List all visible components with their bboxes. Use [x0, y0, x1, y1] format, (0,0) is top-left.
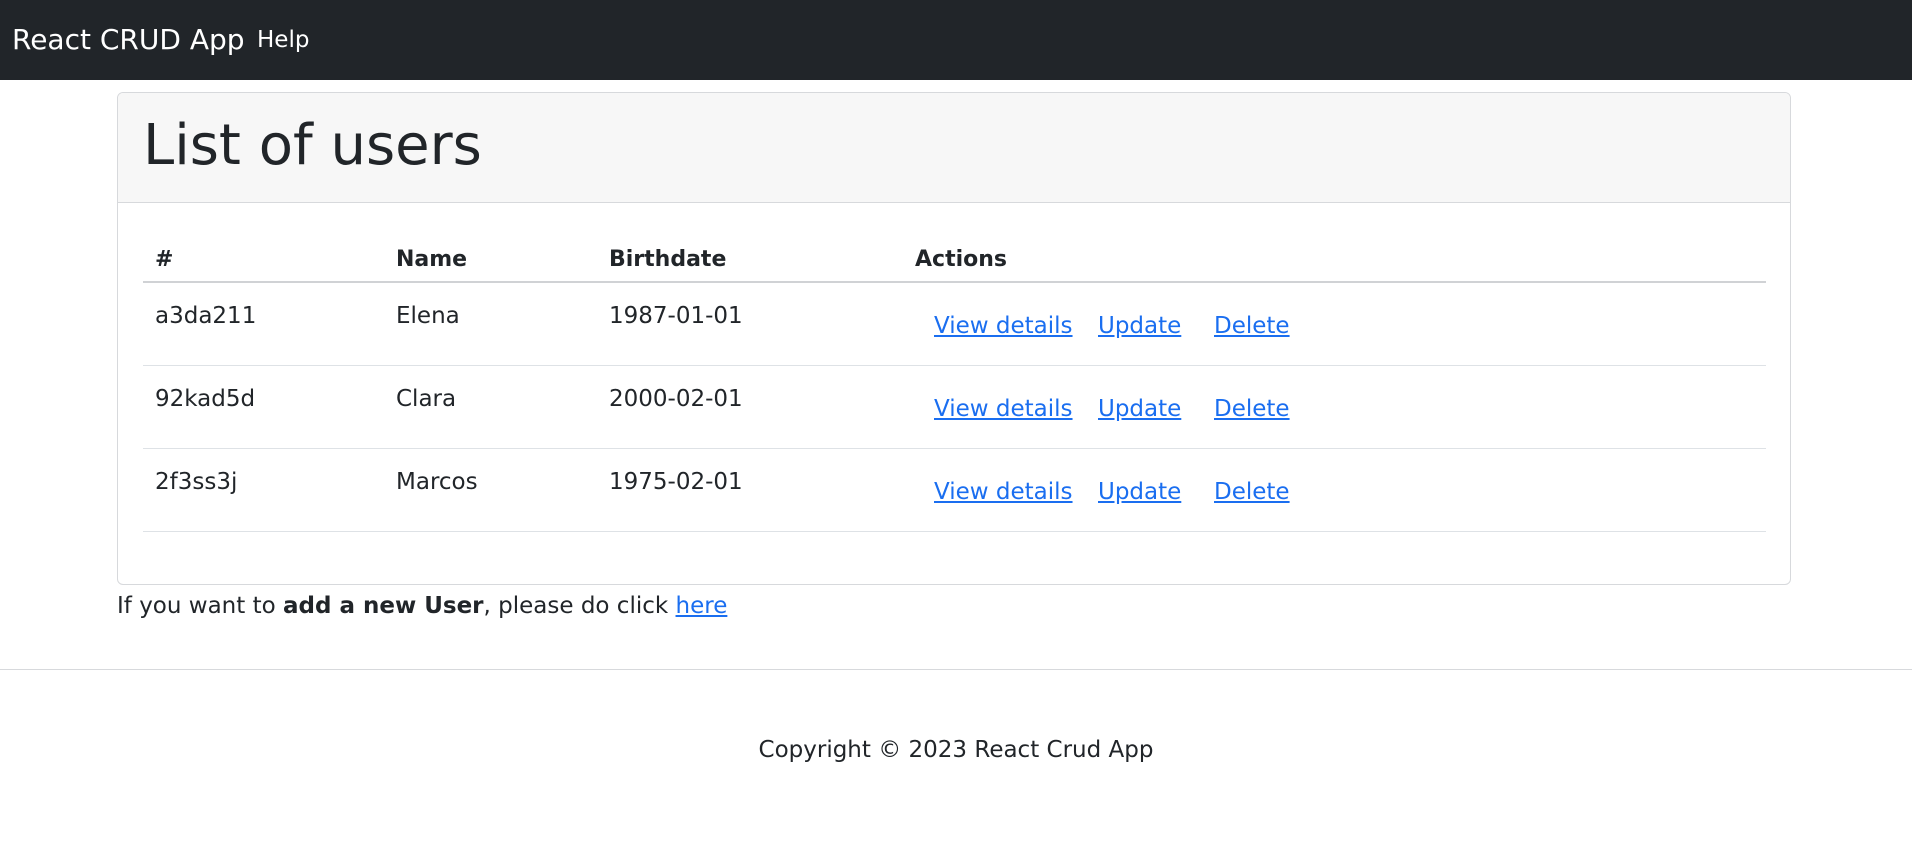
user-name-cell: Clara	[396, 386, 457, 412]
nav-link-help[interactable]: Help	[257, 24, 309, 56]
navbar: React CRUD App Help	[0, 0, 1912, 80]
view-details-link[interactable]: View details	[934, 477, 1073, 507]
table-row: 92kad5d Clara 2000-02-01 View details Up…	[143, 366, 1766, 449]
delete-link[interactable]: Delete	[1214, 311, 1290, 341]
user-birthdate-cell: 1987-01-01	[609, 303, 743, 329]
column-header-actions: Actions	[915, 247, 1007, 272]
user-id-cell: 92kad5d	[155, 386, 256, 412]
add-user-link[interactable]: here	[676, 593, 728, 619]
table-header: # Name Birthdate Actions	[143, 226, 1766, 283]
add-user-middle: , please do click	[483, 593, 676, 619]
column-header-id: #	[155, 247, 174, 272]
footer-copyright: Copyright © 2023 React Crud App	[758, 737, 1154, 763]
users-table: # Name Birthdate Actions a3da211 Elena 1…	[143, 226, 1766, 532]
update-link[interactable]: Update	[1098, 311, 1181, 341]
view-details-link[interactable]: View details	[934, 311, 1073, 341]
column-header-name: Name	[396, 247, 468, 272]
delete-link[interactable]: Delete	[1214, 394, 1290, 424]
page-title: List of users	[143, 113, 482, 178]
update-link[interactable]: Update	[1098, 394, 1181, 424]
user-birthdate-cell: 1975-02-01	[609, 469, 743, 495]
update-link[interactable]: Update	[1098, 477, 1181, 507]
view-details-link[interactable]: View details	[934, 394, 1073, 424]
user-id-cell: 2f3ss3j	[155, 469, 238, 495]
delete-link[interactable]: Delete	[1214, 477, 1290, 507]
footer-divider	[0, 669, 1912, 670]
add-user-prefix: If you want to	[117, 593, 283, 619]
table-row: 2f3ss3j Marcos 1975-02-01 View details U…	[143, 449, 1766, 532]
card-header: List of users	[118, 93, 1790, 203]
user-birthdate-cell: 2000-02-01	[609, 386, 743, 412]
user-name-cell: Elena	[396, 303, 460, 329]
add-user-emphasis: add a new User	[282, 593, 484, 619]
table-row: a3da211 Elena 1987-01-01 View details Up…	[143, 283, 1766, 366]
users-card: List of users # Name Birthdate Actions a…	[117, 92, 1791, 585]
user-id-cell: a3da211	[155, 303, 257, 329]
column-header-birthdate: Birthdate	[609, 247, 727, 272]
add-user-prompt: If you want to add a new User, please do…	[117, 590, 727, 622]
user-name-cell: Marcos	[396, 469, 478, 495]
navbar-brand[interactable]: React CRUD App	[12, 20, 245, 60]
